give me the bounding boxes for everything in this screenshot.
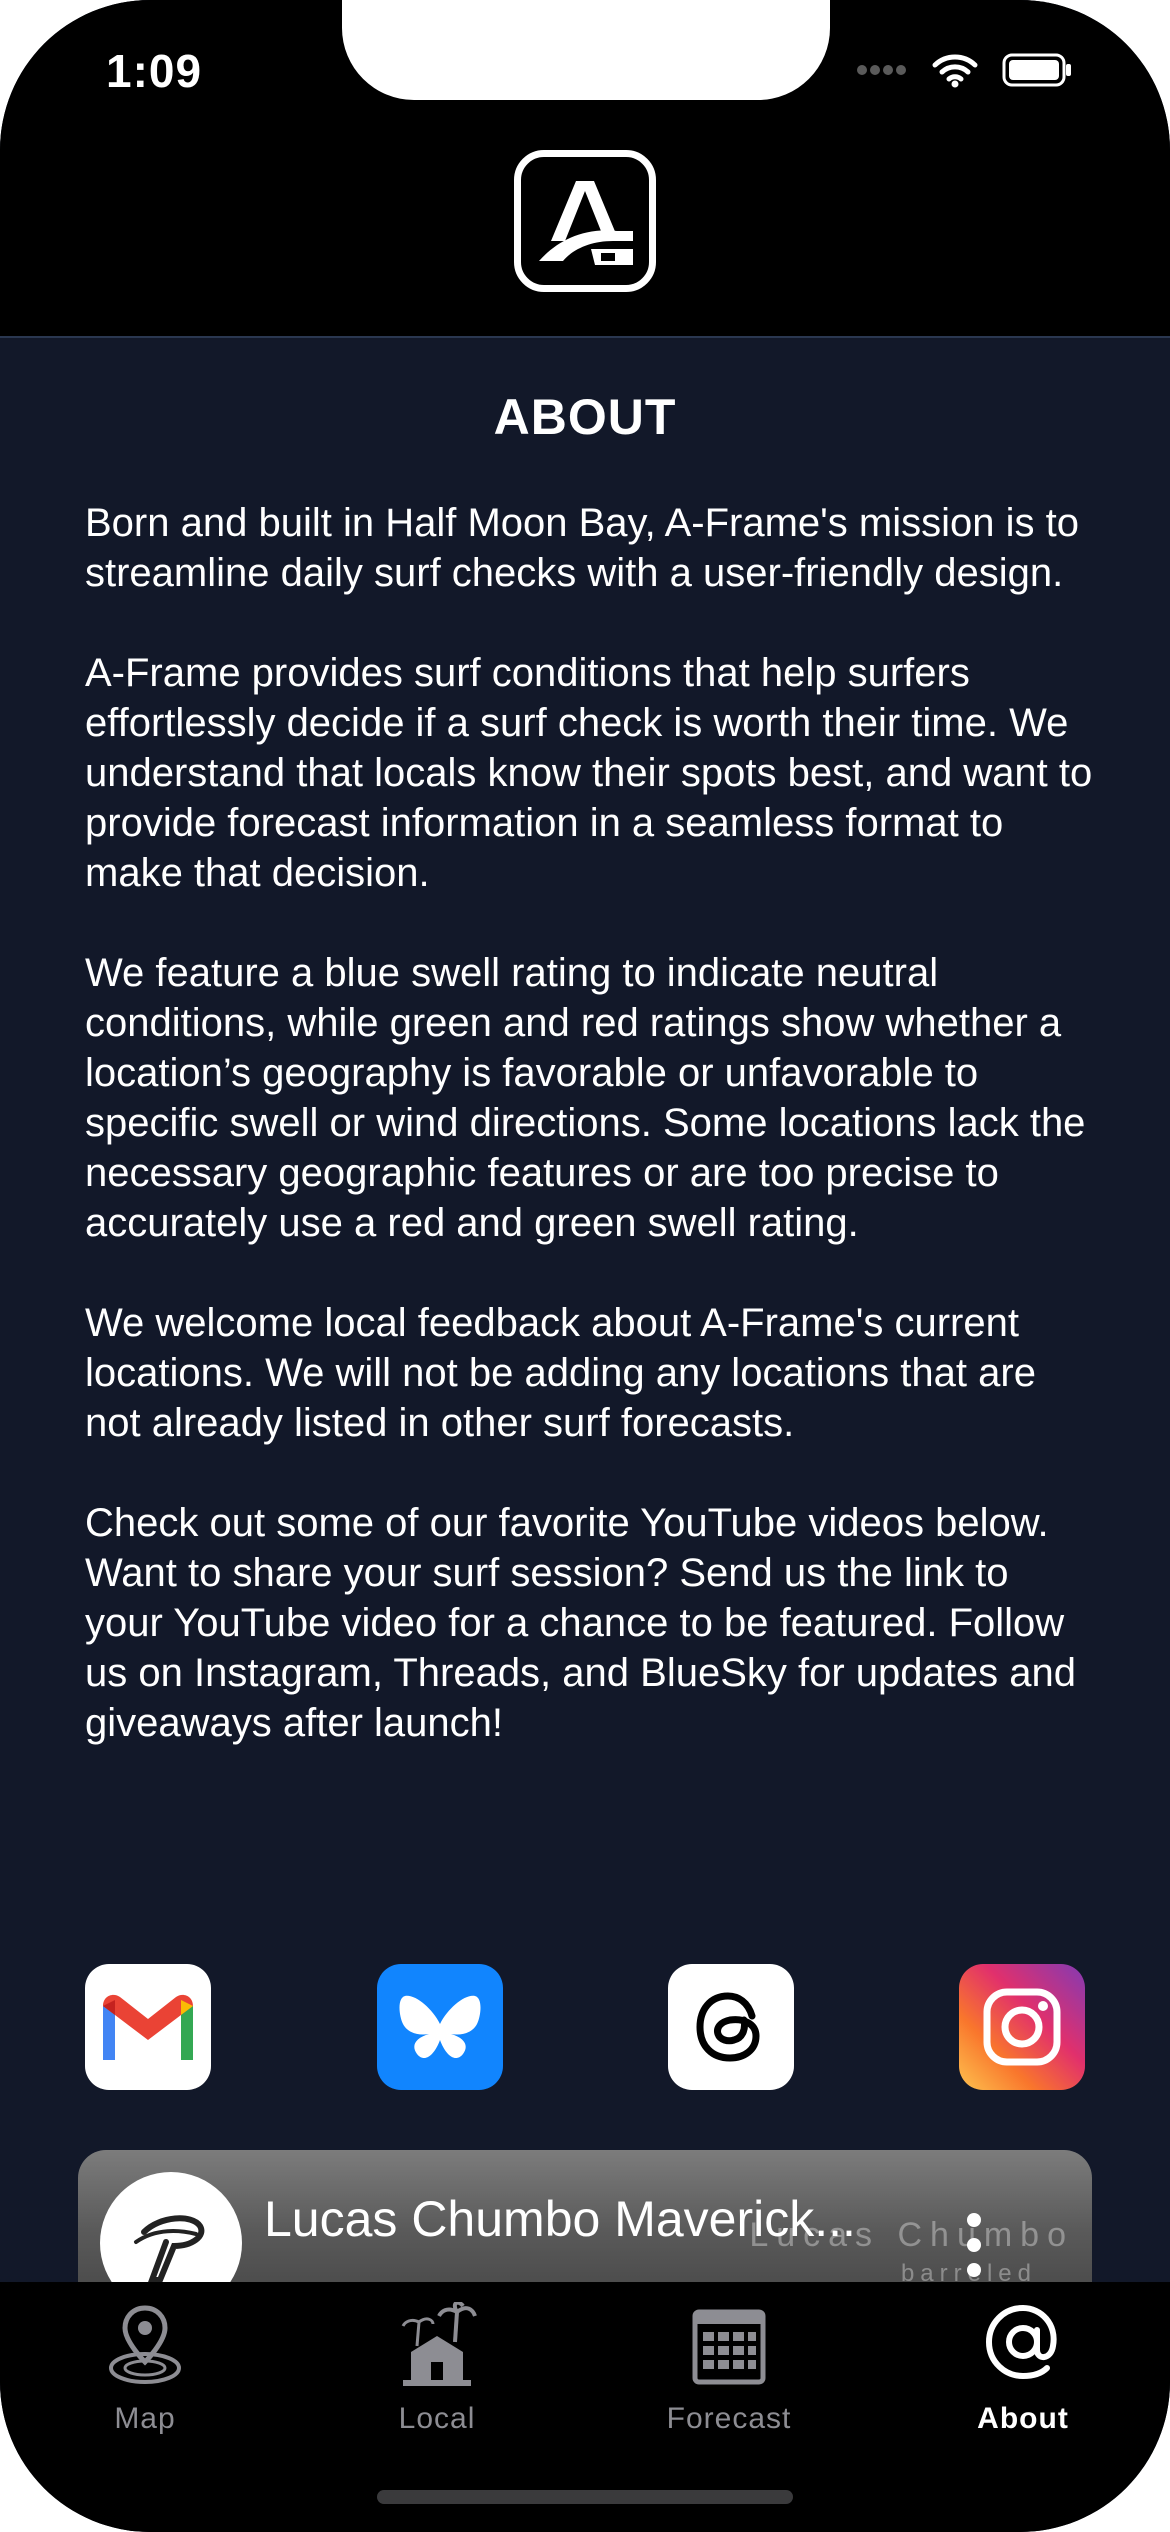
instagram-icon[interactable] <box>959 1964 1085 2090</box>
about-paragraph: We feature a blue swell rating to indica… <box>85 951 1086 1245</box>
youtube-video-card[interactable]: Lucas Chumbo barreled Lucas Chumbo Maver… <box>78 2150 1092 2282</box>
battery-icon <box>1002 53 1071 87</box>
palm-tree-house-icon <box>401 2302 477 2386</box>
channel-avatar[interactable] <box>100 2172 242 2282</box>
status-time: 1:09 <box>106 45 203 97</box>
a-frame-logo-icon <box>514 150 656 292</box>
about-paragraph: Born and built in Half Moon Bay, A-Frame… <box>85 501 1079 595</box>
about-paragraph: Check out some of our favorite YouTube v… <box>85 1501 1076 1745</box>
about-paragraph: We welcome local feedback about A-Frame'… <box>85 1301 1036 1445</box>
tab-forecast[interactable]: Forecast <box>609 2302 849 2472</box>
tab-label: Local <box>398 2402 476 2435</box>
tab-label: Forecast <box>666 2402 792 2435</box>
status-icons <box>856 52 1074 88</box>
video-title[interactable]: Lucas Chumbo Maverick... <box>264 2190 884 2248</box>
tab-map[interactable]: Map <box>25 2302 265 2472</box>
calendar-grid-icon <box>692 2309 766 2385</box>
app-screen: 1:09 ABOUT Born and built in Half Moon B… <box>0 0 1170 2532</box>
bluesky-icon[interactable] <box>377 1964 503 2090</box>
tab-local[interactable]: Local <box>317 2302 557 2472</box>
device-notch <box>342 0 830 100</box>
wifi-icon <box>932 54 978 88</box>
about-paragraph: A-Frame provides surf conditions that he… <box>85 651 1093 895</box>
page-title: ABOUT <box>493 389 677 445</box>
tab-label: Map <box>114 2402 176 2435</box>
about-body: Born and built in Half Moon Bay, A-Frame… <box>85 498 1095 1798</box>
cellular-signal-icon <box>857 65 906 75</box>
threads-icon[interactable] <box>668 1964 794 2090</box>
map-pin-icon <box>109 2305 181 2384</box>
at-sign-icon <box>985 2304 1057 2380</box>
top-header: 1:09 <box>0 0 1170 338</box>
tab-about[interactable]: About <box>903 2302 1143 2472</box>
more-options-icon[interactable] <box>964 2210 984 2280</box>
tab-label: About <box>977 2402 1069 2435</box>
gmail-icon[interactable] <box>85 1964 211 2090</box>
about-content: ABOUT Born and built in Half Moon Bay, A… <box>0 338 1170 2282</box>
social-links <box>0 1964 1170 2090</box>
home-indicator <box>377 2490 793 2504</box>
